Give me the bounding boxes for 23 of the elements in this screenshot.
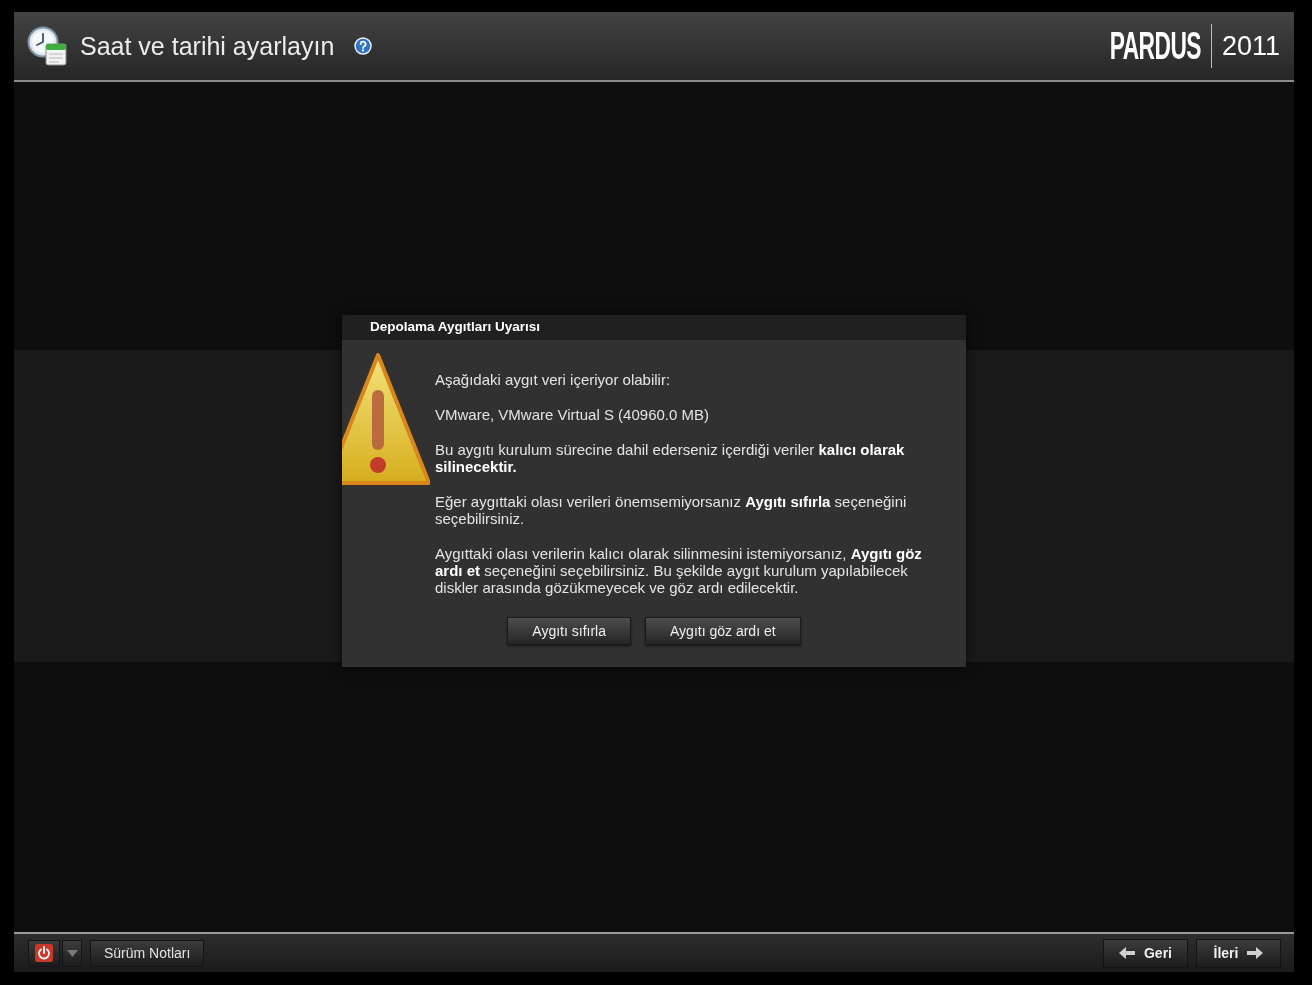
arrow-left-icon xyxy=(1119,947,1135,959)
warning-icon xyxy=(342,352,430,486)
power-icon xyxy=(35,944,53,962)
dropdown-button[interactable] xyxy=(62,939,82,967)
dialog-title: Depolama Aygıtları Uyarısı xyxy=(342,315,966,340)
dialog-paragraph: Eğer aygıttaki olası verileri önemsemiyorsanız Aygıtı sıfırla seçeneğini seçebilirsiniz. xyxy=(435,493,908,527)
back-button[interactable]: Geri xyxy=(1103,938,1188,968)
caret-icon xyxy=(66,949,78,957)
arrow-right-icon xyxy=(1247,947,1264,959)
next-button[interactable]: İleri xyxy=(1196,938,1281,968)
dialog-paragraph: Aygıttaki olası verilerin kalıcı olarak silinmesini istemiyorsanız, Aygıtı göz ardı et seçeneğini seçebilirsiniz. Bu şekilde aygıt kurulum yapılabilecek diskler arasında gözükmeyecek ve göz ardı edilecektir. xyxy=(435,545,923,596)
clock-calendar-icon xyxy=(26,26,68,66)
release-notes-button[interactable]: Sürüm Notları xyxy=(90,939,205,967)
dialog-paragraph: VMware, VMware Virtual S (40960.0 MB) xyxy=(435,406,710,423)
dialog-paragraph: Aşağıdaki aygıt veri içeriyor olabilir: xyxy=(435,371,672,388)
dialog-paragraph: Bu aygıtı kurulum sürecine dahil ederseniz içerdiği veriler kalıcı olarak silinecektir. xyxy=(435,441,906,475)
page-title: Saat ve tarihi ayarlayın xyxy=(80,33,335,59)
logo-version: 2011 xyxy=(1221,32,1280,60)
dialog-button[interactable]: Aygıtı göz ardı et xyxy=(645,617,801,645)
help-icon[interactable] xyxy=(354,37,373,55)
power-button[interactable] xyxy=(28,939,60,967)
dialog-button[interactable]: Aygıtı sıfırla xyxy=(507,617,632,645)
logo-wordmark: PARDUS xyxy=(1109,27,1201,65)
